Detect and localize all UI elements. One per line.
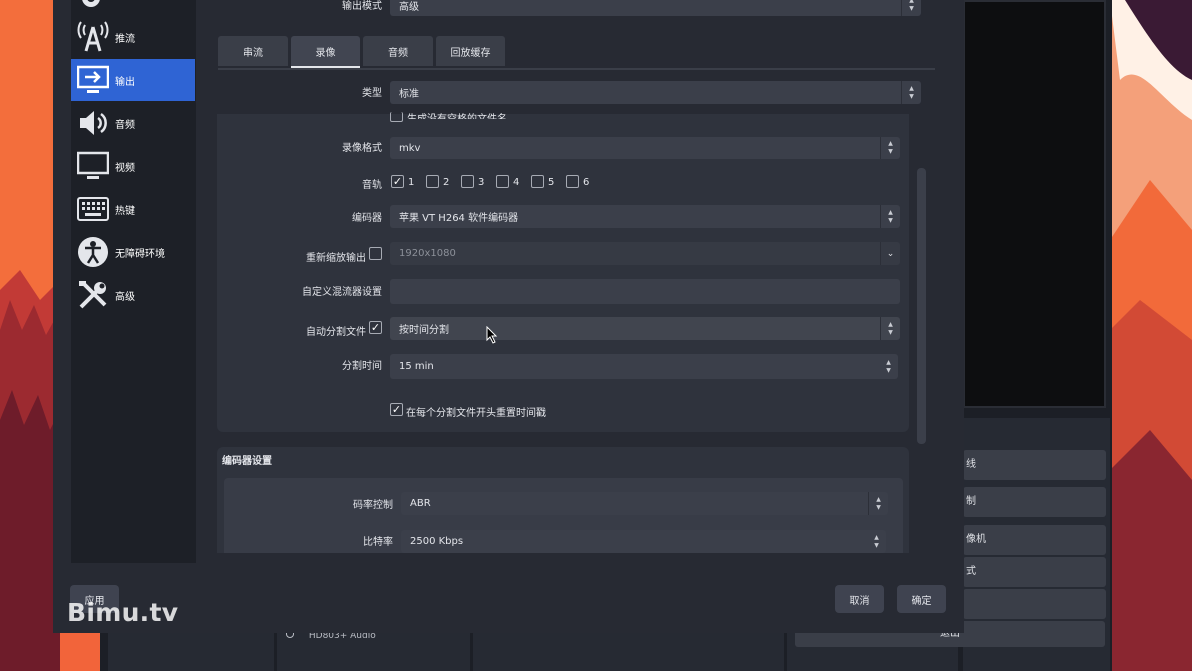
sidebar-item-label: 高级 xyxy=(115,291,135,303)
sidebar-item-label: 无障碍环境 xyxy=(115,248,165,260)
encoder-label: 编码器 xyxy=(352,213,382,224)
track-label: 3 xyxy=(478,177,485,188)
recording-settings-panel xyxy=(217,114,909,432)
encoder-value: 苹果 VT H264 软件编码器 xyxy=(399,213,519,224)
track-label: 6 xyxy=(583,177,590,188)
encoder-select[interactable]: 苹果 VT H264 软件编码器 ▲ ▼ xyxy=(390,205,900,228)
track-5-checkbox[interactable] xyxy=(531,175,544,188)
control-button-1[interactable]: 线 xyxy=(963,450,1106,480)
track-label: 5 xyxy=(548,177,555,188)
type-select[interactable]: 标准 ▲ ▼ xyxy=(390,81,921,104)
sidebar-item-label: 热键 xyxy=(115,205,135,217)
stream-antenna-icon xyxy=(75,19,111,55)
bitrate-label: 比特率 xyxy=(363,537,393,548)
sidebar-item-stream[interactable]: 推流 xyxy=(71,16,195,58)
updown-arrows-icon: ▲ ▼ xyxy=(901,0,921,16)
updown-arrows-icon: ▲ ▼ xyxy=(874,533,879,549)
no-space-filename-checkbox[interactable] xyxy=(390,112,403,122)
chevron-down-icon: ⌄ xyxy=(880,242,900,265)
updown-arrows-icon: ▲ ▼ xyxy=(880,205,900,228)
reset-timestamps-checkbox[interactable]: ✓ xyxy=(390,403,403,416)
track-label: 4 xyxy=(513,177,520,188)
rate-control-value: ABR xyxy=(410,498,431,509)
control-button-5[interactable] xyxy=(963,589,1106,619)
type-label: 类型 xyxy=(362,88,382,99)
rescale-resolution-combo[interactable]: 1920x1080 ⌄ xyxy=(390,242,900,265)
ok-button[interactable]: 确定 xyxy=(897,585,946,613)
format-value: mkv xyxy=(399,142,421,154)
bitrate-spinbox[interactable]: 2500 Kbps ▲ ▼ xyxy=(401,530,886,553)
sidebar-item-label: 推流 xyxy=(115,33,135,45)
rate-control-label: 码率控制 xyxy=(353,500,393,511)
mouse-cursor-icon xyxy=(486,326,498,344)
format-select[interactable]: mkv ▲ ▼ xyxy=(390,137,900,159)
display-icon xyxy=(75,148,111,184)
output-mode-label: 输出模式 xyxy=(342,1,382,12)
split-time-value: 15 min xyxy=(399,361,434,372)
rescale-label: 重新缩放输出 xyxy=(306,253,366,264)
sidebar-item-label: 音频 xyxy=(115,119,135,131)
preview-area xyxy=(963,0,1106,408)
sidebar-item-output[interactable]: 输出 xyxy=(71,59,195,101)
format-label: 录像格式 xyxy=(342,143,382,154)
track-4-checkbox[interactable] xyxy=(496,175,509,188)
tab-audio[interactable]: 音频 xyxy=(363,36,433,66)
updown-arrows-icon: ▲ ▼ xyxy=(886,358,891,374)
custom-muxer-label: 自定义混流器设置 xyxy=(302,287,382,298)
tab-divider xyxy=(218,68,935,70)
scrollbar[interactable] xyxy=(917,168,926,444)
updown-arrows-icon: ▲ ▼ xyxy=(880,317,900,340)
updown-arrows-icon: ▲ ▼ xyxy=(901,81,921,104)
custom-muxer-input[interactable] xyxy=(390,279,900,304)
sidebar-item-advanced[interactable]: 高级 xyxy=(71,274,195,316)
updown-arrows-icon: ▲ ▼ xyxy=(868,492,888,515)
tab-stream[interactable]: 串流 xyxy=(218,36,288,66)
sidebar-item-hotkeys[interactable]: 热键 xyxy=(71,188,195,230)
split-time-label: 分割时间 xyxy=(342,361,382,372)
rate-control-select[interactable]: ABR ▲ ▼ xyxy=(401,492,888,515)
split-mode-value: 按时间分割 xyxy=(399,325,449,336)
gear-icon xyxy=(82,0,100,7)
auto-split-checkbox[interactable]: ✓ xyxy=(369,321,382,334)
control-button-3[interactable]: 像机 xyxy=(963,525,1106,555)
track-label: 2 xyxy=(443,177,450,188)
track-1-checkbox[interactable]: ✓ xyxy=(391,175,404,188)
sidebar-item-audio[interactable]: 音频 xyxy=(71,102,195,144)
track-2-checkbox[interactable] xyxy=(426,175,439,188)
tab-recording[interactable]: 录像 xyxy=(291,36,360,68)
output-mode-select[interactable]: 高级 ▲ ▼ xyxy=(390,0,921,16)
updown-arrows-icon: ▲ ▼ xyxy=(880,137,900,159)
accessibility-icon xyxy=(75,234,111,270)
tools-icon xyxy=(75,277,111,313)
rescale-value: 1920x1080 xyxy=(399,248,456,259)
auto-split-label: 自动分割文件 xyxy=(306,327,366,338)
tab-replay-buffer[interactable]: 回放缓存 xyxy=(436,36,505,66)
control-button-4[interactable]: 式 xyxy=(963,557,1106,587)
speaker-icon xyxy=(75,105,111,141)
sidebar-item-label: 视频 xyxy=(115,162,135,174)
control-button-2[interactable]: 制 xyxy=(963,487,1106,517)
cancel-button[interactable]: 取消 xyxy=(835,585,884,613)
sidebar-item-accessibility[interactable]: 无障碍环境 xyxy=(71,231,195,273)
encoder-settings-title: 编码器设置 xyxy=(222,456,272,467)
no-space-filename-label: 生成没有空格的文件名 xyxy=(407,110,507,119)
rescale-checkbox[interactable] xyxy=(369,247,382,260)
split-mode-select[interactable]: 按时间分割 ▲ ▼ xyxy=(390,317,900,340)
tracks-label: 音轨 xyxy=(362,180,382,191)
type-value: 标准 xyxy=(399,89,419,100)
watermark: Bimu.tv xyxy=(67,598,179,627)
output-monitor-icon xyxy=(75,62,111,98)
bitrate-value: 2500 Kbps xyxy=(410,536,464,547)
sidebar-item-label: 输出 xyxy=(115,76,135,88)
sidebar-item-video[interactable]: 视频 xyxy=(71,145,195,187)
output-mode-value: 高级 xyxy=(399,1,419,13)
reset-timestamps-label: 在每个分割文件开头重置时间戳 xyxy=(406,408,546,419)
split-time-spinbox[interactable]: 15 min ▲ ▼ xyxy=(390,354,898,379)
track-3-checkbox[interactable] xyxy=(461,175,474,188)
track-6-checkbox[interactable] xyxy=(566,175,579,188)
keyboard-icon xyxy=(75,191,111,227)
track-label: 1 xyxy=(408,177,415,188)
